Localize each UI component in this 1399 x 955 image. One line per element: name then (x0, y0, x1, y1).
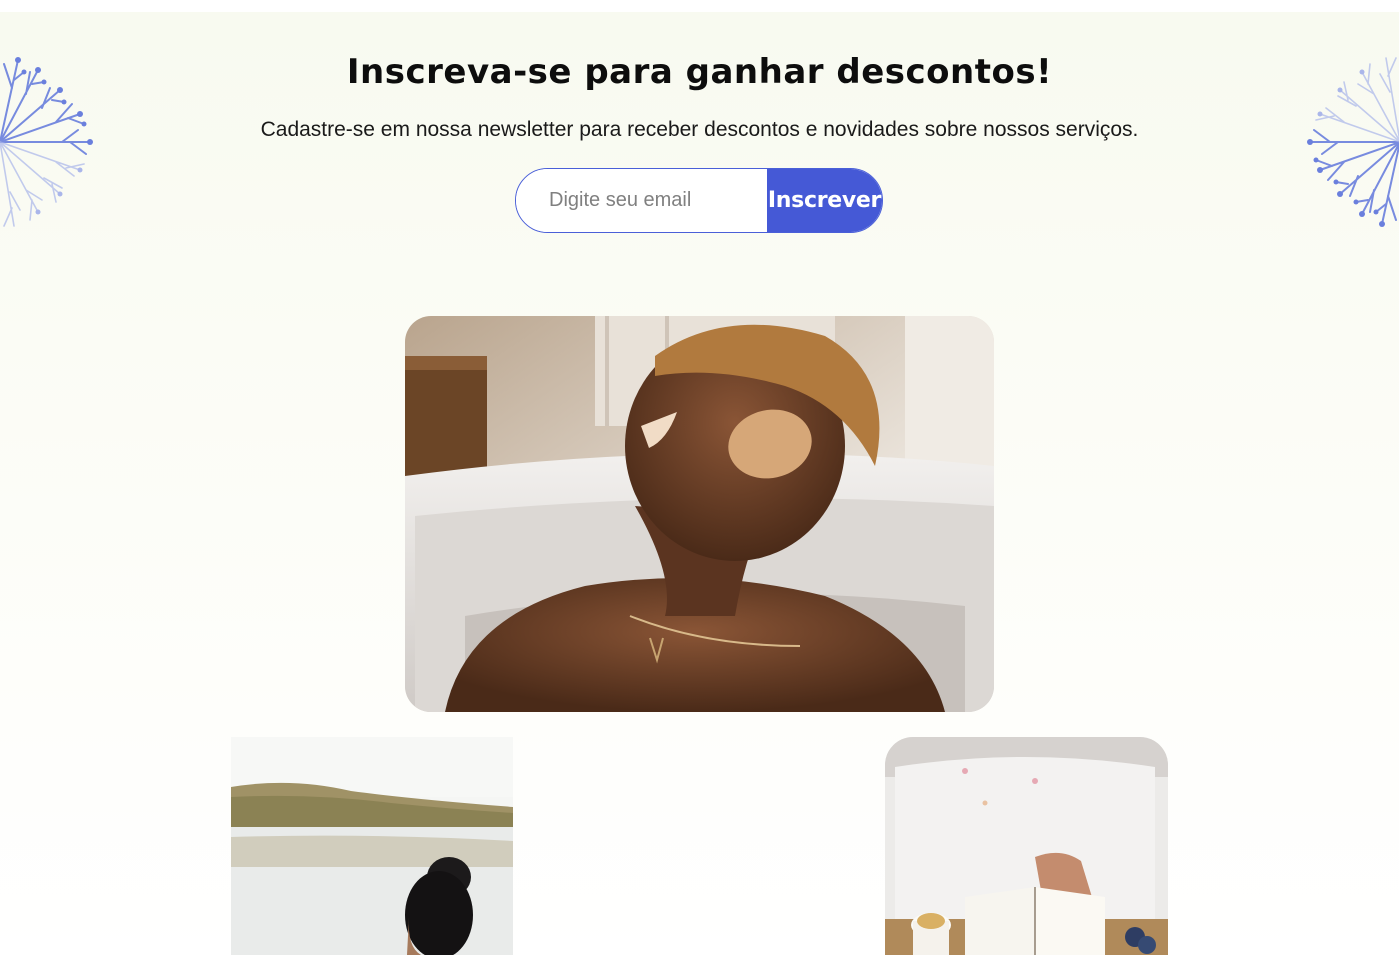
subscribe-button[interactable]: Inscrever (767, 169, 882, 232)
newsletter-title: Inscreva-se para ganhar descontos! (346, 52, 1053, 92)
email-input[interactable] (516, 169, 767, 232)
woman-by-lake-photo (231, 737, 513, 955)
bath-with-book-and-tea-photo (885, 737, 1168, 955)
newsletter-form: Inscrever (515, 168, 883, 233)
newsletter-subtitle: Cadastre-se em nossa newsletter para rec… (260, 118, 1139, 141)
man-relaxing-in-bathtub-eye-patches-photo (405, 316, 994, 712)
top-strip (0, 0, 1399, 12)
